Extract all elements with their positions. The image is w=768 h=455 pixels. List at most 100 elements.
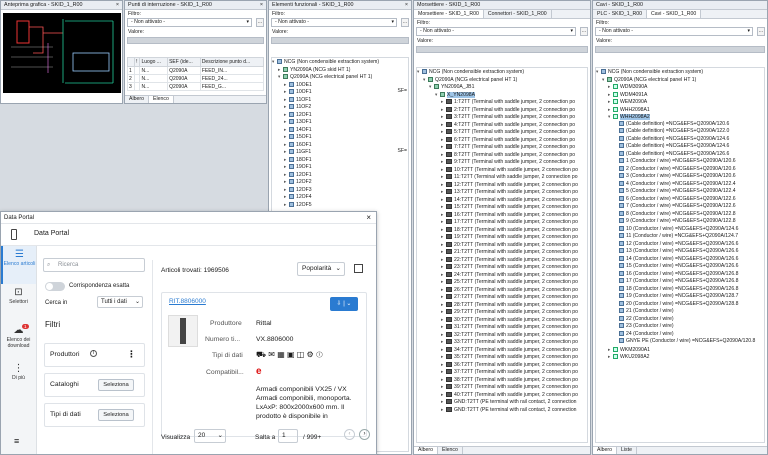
- tree-node[interactable]: ▾ Q2090A (NCG electrical panel HT 1): [272, 73, 408, 81]
- tree-node[interactable]: 12 (Conductor / wire) =NCG&EFS+Q2090A/12…: [596, 241, 764, 249]
- search-input[interactable]: ⌕ Ricerca: [43, 258, 145, 272]
- tree-node[interactable]: ▸ 9:T2TT (Terminal with saddle jumper, 2 …: [417, 158, 587, 166]
- tree-node[interactable]: ▸ 19OF1: [272, 163, 408, 171]
- tree-node[interactable]: ▸ WKU2098A2: [596, 353, 764, 361]
- tree-node[interactable]: ▸ 30:T2TT (Terminal with saddle jumper, 2…: [417, 316, 587, 324]
- tab-cavi[interactable]: Cavi - SKID_1_R00: [646, 10, 702, 18]
- column-header[interactable]: Descrizione punto d...: [199, 57, 265, 67]
- tree-node[interactable]: ▸ 26:T2TT (Terminal with saddle jumper, 2…: [417, 286, 587, 294]
- tree-node[interactable]: 21 (Conductor / wire): [596, 308, 764, 316]
- tree-node[interactable]: ▾ NCG (Non condensible extraction system): [417, 68, 587, 76]
- table-row[interactable]: 1 N... Q2090A FEED_IN...: [126, 66, 265, 75]
- value-field[interactable]: [127, 37, 264, 44]
- search-in-select[interactable]: Tutti i dati ⌄: [97, 296, 143, 308]
- nav-more[interactable]: ⋮ Di più: [1, 360, 36, 398]
- close-icon[interactable]: ×: [366, 212, 371, 224]
- tree-node[interactable]: ▸ 16:T2TT (Terminal with saddle jumper, 2…: [417, 211, 587, 219]
- filter-more-button[interactable]: ...: [401, 18, 409, 27]
- tree-node[interactable]: ▸ 15:T2TT (Terminal with saddle jumper, 2…: [417, 203, 587, 211]
- tree-node[interactable]: ▾ NCG (Non condensible extraction system): [596, 68, 764, 76]
- tree-node[interactable]: 24 (Conductor / wire): [596, 331, 764, 339]
- tree-node[interactable]: ▸ 3:T2TT (Terminal with saddle jumper, 2 …: [417, 113, 587, 121]
- tree-node[interactable]: ▸ 12OF3: [272, 186, 408, 194]
- tree-node[interactable]: ▸ 31:T2TT (Terminal with saddle jumper, 2…: [417, 323, 587, 331]
- tree-node[interactable]: ▸ 10OF1 SF=: [272, 88, 408, 96]
- table-row[interactable]: 3 N... Q2090A FEED_G...: [126, 82, 265, 91]
- tree-node[interactable]: 23 (Conductor / wire): [596, 323, 764, 331]
- tree-node[interactable]: ▸ 12OF5: [272, 201, 408, 209]
- tree-node[interactable]: ▸ 5:T2TT (Terminal with saddle jumper, 2 …: [417, 128, 587, 136]
- filter-more-button[interactable]: ...: [757, 27, 765, 36]
- tree-node[interactable]: ▸ 12OF2: [272, 178, 408, 186]
- tree-node[interactable]: 16 (Conductor / wire) =NCG&EFS+Q2090A/12…: [596, 271, 764, 279]
- article-card[interactable]: RIT.8806000 ⇩ | ⌄ Produttore Rittal Nume…: [161, 292, 367, 437]
- tree-node[interactable]: ▸ 8:T2TT (Terminal with saddle jumper, 2 …: [417, 151, 587, 159]
- tree-node[interactable]: (Cable definition) =NCG&EFS+Q2090A/120.6: [596, 121, 764, 129]
- tree-node[interactable]: ▸ 12OF4: [272, 193, 408, 201]
- tree-node[interactable]: ▸ 14:T2TT (Terminal with saddle jumper, 2…: [417, 196, 587, 204]
- tree-node[interactable]: ▸ WKM2090A1: [596, 346, 764, 354]
- tree-node[interactable]: ▸ 29:T2TT (Terminal with saddle jumper, 2…: [417, 308, 587, 316]
- tree-node[interactable]: ▸ 22:T2TT (Terminal with saddle jumper, 2…: [417, 256, 587, 264]
- tree-node[interactable]: ▸ 7:T2TT (Terminal with saddle jumper, 2 …: [417, 143, 587, 151]
- tree-node[interactable]: 18 (Conductor / wire) =NCG&EFS+Q2090A/12…: [596, 286, 764, 294]
- column-header[interactable]: SEF (ide...: [167, 57, 201, 67]
- tree-node[interactable]: 7 (Conductor / wire) =NCG&EFS+Q2090A/122…: [596, 203, 764, 211]
- filter-producers[interactable]: Produttori i ⋮: [44, 343, 145, 367]
- tree-node[interactable]: ▾ Q2090A (NCG electrical panel HT 1): [596, 76, 764, 84]
- tree-node[interactable]: ▸ WHH2098A1: [596, 106, 764, 114]
- tree-node[interactable]: ▸ 11OF2: [272, 103, 408, 111]
- tree-node[interactable]: ▸ 18:T2TT (Terminal with saddle jumper, 2…: [417, 226, 587, 234]
- tree-node[interactable]: ▾ NCG (Non condensible extraction system): [272, 58, 408, 66]
- tree-node[interactable]: ▸ YN2090A (NCG skid HT 1): [272, 66, 408, 74]
- tree-node[interactable]: 9 (Conductor / wire) =NCG&EFS+Q2090A/122…: [596, 218, 764, 226]
- tree-node[interactable]: ▸ 32:T2TT (Terminal with saddle jumper, 2…: [417, 331, 587, 339]
- tree-node[interactable]: 4 (Conductor / wire) =NCG&EFS+Q2090A/122…: [596, 181, 764, 189]
- tree-node[interactable]: 11 (Conductor / wire) =NCG&EFS+Q2090A/12…: [596, 233, 764, 241]
- filter-select[interactable]: - Non attivato - ▾: [127, 18, 252, 27]
- filter-catalogs[interactable]: Cataloghi Seleziona: [44, 373, 145, 397]
- value-field[interactable]: [416, 46, 588, 53]
- tree-node[interactable]: ▸ 10:T2TT (Terminal with saddle jumper, 2…: [417, 166, 587, 174]
- tree-node[interactable]: ▸ 21:T2TT (Terminal with saddle jumper, 2…: [417, 248, 587, 256]
- nav-selectors[interactable]: ⊡ Selettori: [1, 284, 36, 322]
- tab-connettori[interactable]: Connettori - SKID_1_R00: [484, 10, 552, 18]
- close-icon[interactable]: ×: [260, 1, 263, 9]
- tree-node[interactable]: ▾ Q2090A (NCG electrical panel HT 1): [417, 76, 587, 84]
- tab-elenco[interactable]: Elenco: [438, 447, 463, 454]
- tree-node[interactable]: ▸ 40:T2TT (Terminal with saddle jumper, 2…: [417, 391, 587, 399]
- nav-articles[interactable]: ☰ Elenco articoli: [1, 246, 36, 284]
- terminal-tree[interactable]: ▾ NCG (Non condensible extraction system)…: [416, 67, 588, 443]
- tree-node[interactable]: ▸ 12OF1: [272, 171, 408, 179]
- select-button[interactable]: Seleziona: [98, 409, 134, 421]
- download-button[interactable]: ⇩ | ⌄: [330, 297, 358, 311]
- value-field[interactable]: [271, 37, 409, 44]
- exact-match-toggle[interactable]: [45, 282, 65, 291]
- tree-node[interactable]: 6 (Conductor / wire) =NCG&EFS+Q2090A/122…: [596, 196, 764, 204]
- tree-node[interactable]: ▸ 15OF1: [272, 133, 408, 141]
- page-size-select[interactable]: 20 ⌄: [194, 429, 226, 443]
- menu-icon[interactable]: ≡: [14, 436, 19, 446]
- tab-albero[interactable]: Albero: [593, 447, 617, 454]
- tree-node[interactable]: ▸ 24:T2TT (Terminal with saddle jumper, 2…: [417, 271, 587, 279]
- tree-node[interactable]: 15 (Conductor / wire) =NCG&EFS+Q2090A/12…: [596, 263, 764, 271]
- tree-node[interactable]: ▸ 6:T2TT (Terminal with saddle jumper, 2 …: [417, 136, 587, 144]
- value-field[interactable]: [595, 46, 765, 53]
- tree-node[interactable]: ▸ GND:T2TT (PE terminal with rail contact…: [417, 398, 587, 406]
- tree-node[interactable]: ▸ 27:T2TT (Terminal with saddle jumper, 2…: [417, 293, 587, 301]
- filter-select[interactable]: - Non attivato - ▾: [271, 18, 397, 27]
- nav-downloads[interactable]: ☁ 1 Elenco dei download: [1, 322, 36, 360]
- tree-node[interactable]: GNYE PE (Conductor / wire) =NCG&EFS+Q209…: [596, 338, 764, 346]
- tree-node[interactable]: (Cable definition) =NCG&EFS+Q2090A/124.6: [596, 136, 764, 144]
- tree-node[interactable]: 14 (Conductor / wire) =NCG&EFS+Q2090A/12…: [596, 256, 764, 264]
- filter-more-button[interactable]: ...: [580, 27, 588, 36]
- tree-node[interactable]: ▸ 36:T2TT (Terminal with saddle jumper, 2…: [417, 361, 587, 369]
- tree-node[interactable]: 17 (Conductor / wire) =NCG&EFS+Q2090A/12…: [596, 278, 764, 286]
- tree-node[interactable]: ▸ 38:T2TT (Terminal with saddle jumper, 2…: [417, 376, 587, 384]
- more-icon[interactable]: ⋮: [127, 349, 136, 360]
- tree-node[interactable]: ▾ X_YN2098A: [417, 91, 587, 99]
- tree-node[interactable]: ▸ 19:T2TT (Terminal with saddle jumper, 2…: [417, 233, 587, 241]
- schematic-preview[interactable]: [3, 13, 121, 93]
- column-header[interactable]: Luogo ...: [139, 57, 169, 67]
- table-row[interactable]: 2 N... Q2090A FEED_24...: [126, 74, 265, 83]
